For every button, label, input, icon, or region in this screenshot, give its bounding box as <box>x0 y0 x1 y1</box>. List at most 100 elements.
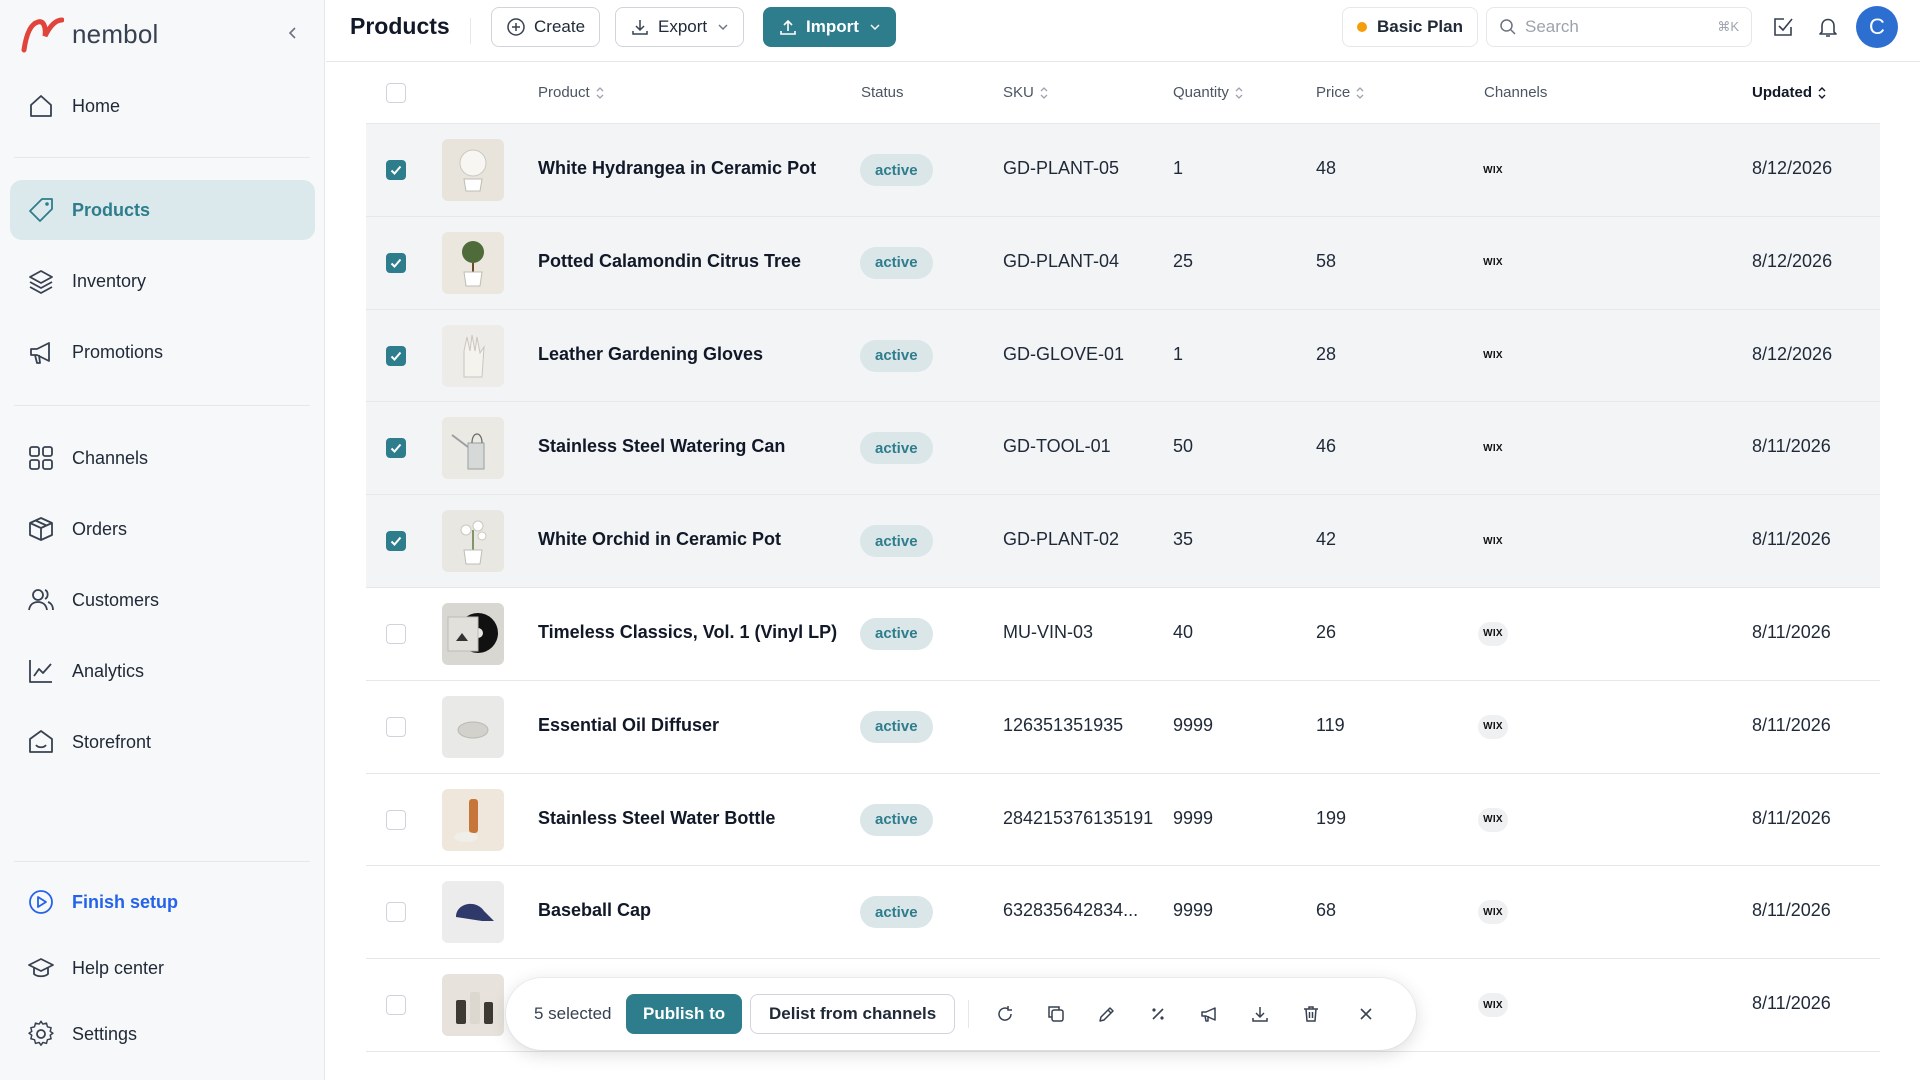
sidebar-item-analytics[interactable]: Analytics <box>10 641 315 701</box>
row-checkbox[interactable] <box>386 623 406 644</box>
table-row[interactable]: Baseball Cap active 632835642834... 9999 68 W… <box>366 866 1880 960</box>
column-label: Product <box>538 84 590 101</box>
select-all-checkbox[interactable] <box>386 83 406 103</box>
sidebar-item-settings[interactable]: Settings <box>10 1004 315 1064</box>
sidebar-item-finish-setup[interactable]: Finish setup <box>10 872 315 932</box>
bell-icon <box>1819 18 1837 37</box>
product-thumbnail[interactable] <box>442 139 504 201</box>
users-icon <box>26 585 56 615</box>
import-button[interactable]: Import <box>763 7 896 47</box>
table-row[interactable]: White Orchid in Ceramic Pot active GD-PLAN… <box>366 495 1880 588</box>
row-checkbox[interactable] <box>386 438 406 459</box>
status-badge: active <box>860 710 933 743</box>
sku-cell: GD-PLANT-05 <box>1003 158 1120 178</box>
discount-button[interactable] <box>1146 1002 1170 1026</box>
upload-icon <box>778 17 798 37</box>
graduation-cap-icon <box>26 953 56 983</box>
updated-cell: 8/11/2026 <box>1752 714 1831 735</box>
edit-button[interactable] <box>1095 1002 1119 1026</box>
product-name[interactable]: White Orchid in Ceramic Pot <box>538 529 781 550</box>
sidebar-item-channels[interactable]: Channels <box>10 428 315 488</box>
sidebar-item-inventory[interactable]: Inventory <box>10 251 315 311</box>
sidebar-item-home[interactable]: Home <box>10 76 315 136</box>
product-name[interactable]: Stainless Steel Water Bottle <box>538 808 775 829</box>
product-name[interactable]: Baseball Cap <box>538 900 651 921</box>
updated-cell: 8/11/2026 <box>1752 900 1831 921</box>
tasks-button[interactable] <box>1768 12 1798 42</box>
row-checkbox[interactable] <box>386 716 406 737</box>
column-sku[interactable]: SKU <box>1003 84 1049 101</box>
publish-to-button[interactable]: Publish to <box>626 994 743 1034</box>
search-input[interactable] <box>1525 17 1695 37</box>
column-updated[interactable]: Updated <box>1752 84 1827 101</box>
megaphone-icon <box>1201 1007 1216 1022</box>
duplicate-button[interactable] <box>1044 1002 1068 1026</box>
row-checkbox[interactable] <box>386 902 406 923</box>
sidebar-item-promotions[interactable]: Promotions <box>10 322 315 382</box>
product-thumbnail[interactable] <box>442 417 504 480</box>
sort-icon <box>1234 86 1244 100</box>
sku-cell: 632835642834... <box>1003 900 1139 921</box>
row-checkbox[interactable] <box>386 345 406 366</box>
product-name[interactable]: White Hydrangea in Ceramic Pot <box>538 158 816 179</box>
create-button[interactable]: Create <box>491 7 601 47</box>
search-box[interactable]: ⌘K <box>1486 7 1752 47</box>
product-thumbnail[interactable] <box>442 881 504 944</box>
product-thumbnail[interactable] <box>442 974 504 1037</box>
sidebar-item-storefront[interactable]: Storefront <box>10 712 315 772</box>
table-row[interactable]: Stainless Steel Water Bottle active 284215… <box>366 774 1880 867</box>
brand[interactable]: nembol <box>20 14 158 54</box>
status-badge: active <box>860 154 933 186</box>
table-row[interactable]: White Hydrangea in Ceramic Pot active GD-P… <box>366 124 1880 217</box>
sort-icon <box>1817 86 1827 100</box>
table-row[interactable]: Leather Gardening Gloves active GD-GLOVE-0… <box>366 309 1880 403</box>
product-name[interactable]: Leather Gardening Gloves <box>538 344 763 365</box>
row-checkbox[interactable] <box>386 995 406 1016</box>
product-thumbnail[interactable] <box>442 510 504 573</box>
table-row[interactable]: Potted Calamondin Citrus Tree active GD-PL… <box>366 216 1880 310</box>
price-cell: 28 <box>1316 343 1337 364</box>
product-name[interactable]: Timeless Classics, Vol. 1 (Vinyl LP) <box>538 622 837 643</box>
column-product[interactable]: Product <box>538 84 605 101</box>
delist-button[interactable]: Delist from channels <box>750 994 956 1034</box>
price-cell: 42 <box>1316 529 1337 550</box>
plan-badge[interactable]: Basic Plan <box>1342 7 1478 47</box>
product-thumbnail[interactable] <box>442 602 504 665</box>
row-checkbox[interactable] <box>386 809 406 830</box>
row-checkbox[interactable] <box>386 531 406 552</box>
notifications-button[interactable] <box>1813 12 1843 42</box>
column-price[interactable]: Price <box>1316 84 1365 101</box>
product-thumbnail[interactable] <box>442 231 504 294</box>
product-name[interactable]: Stainless Steel Watering Can <box>538 436 785 457</box>
chevron-down-icon <box>869 21 881 33</box>
export-button[interactable]: Export <box>615 7 745 47</box>
download-button[interactable] <box>1248 1002 1272 1026</box>
product-thumbnail[interactable] <box>442 695 504 758</box>
sidebar-item-products[interactable]: Products <box>10 180 315 240</box>
status-badge: active <box>860 246 933 279</box>
collapse-sidebar-button[interactable] <box>282 22 304 44</box>
sidebar-item-customers[interactable]: Customers <box>10 570 315 630</box>
close-bulk-bar-button[interactable] <box>1354 1002 1378 1026</box>
sidebar-item-help-center[interactable]: Help center <box>10 938 315 998</box>
avatar[interactable]: C <box>1856 6 1898 48</box>
product-thumbnail[interactable] <box>442 788 504 851</box>
table-row[interactable]: Stainless Steel Watering Can active GD-TOO… <box>366 402 1880 496</box>
promote-button[interactable] <box>1197 1002 1221 1026</box>
sidebar-item-orders[interactable]: Orders <box>10 499 315 559</box>
product-name[interactable]: Potted Calamondin Citrus Tree <box>538 251 801 272</box>
updated-cell: 8/11/2026 <box>1752 436 1831 457</box>
row-checkbox[interactable] <box>386 252 406 273</box>
delete-button[interactable] <box>1299 1002 1323 1026</box>
chevron-down-icon <box>717 21 729 33</box>
sku-cell: 284215376135191 <box>1003 807 1154 828</box>
column-quantity[interactable]: Quantity <box>1173 84 1244 101</box>
check-icon <box>390 537 402 547</box>
wix-channel-badge: WIX <box>1483 442 1503 454</box>
table-row[interactable]: Timeless Classics, Vol. 1 (Vinyl LP) acti… <box>366 588 1880 681</box>
table-row[interactable]: Essential Oil Diffuser active 126351351935… <box>366 681 1880 774</box>
product-name[interactable]: Essential Oil Diffuser <box>538 715 719 736</box>
product-thumbnail[interactable] <box>442 324 504 387</box>
refresh-button[interactable] <box>993 1002 1017 1026</box>
row-checkbox[interactable] <box>386 160 406 180</box>
